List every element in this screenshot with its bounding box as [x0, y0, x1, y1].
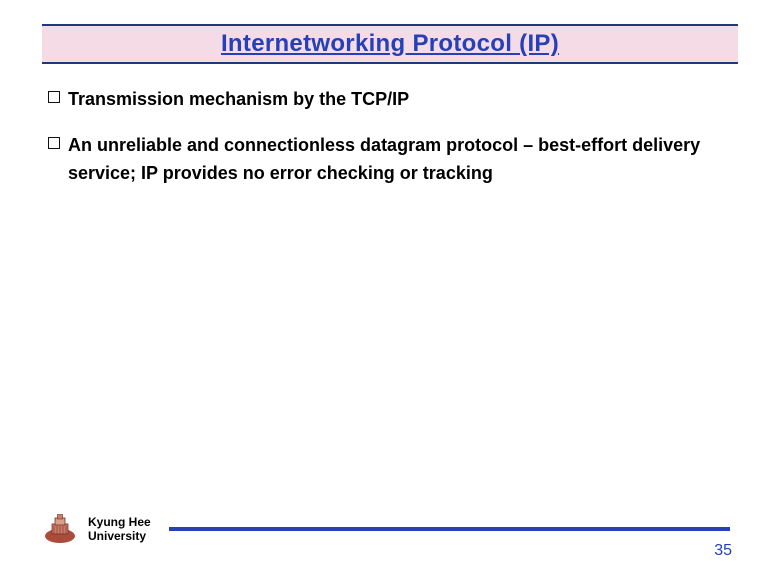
- square-bullet-icon: [48, 91, 60, 103]
- bullet-item: An unreliable and connectionless datagra…: [48, 132, 732, 188]
- slide-title-bar: Internetworking Protocol (IP): [42, 24, 738, 64]
- bullet-item: Transmission mechanism by the TCP/IP: [48, 86, 732, 114]
- slide-title: Internetworking Protocol (IP): [221, 30, 559, 57]
- footer-divider: [169, 527, 730, 531]
- footer-institution-line2: University: [88, 529, 151, 543]
- bullet-text: An unreliable and connectionless datagra…: [68, 132, 732, 188]
- page-number: 35: [714, 542, 732, 560]
- footer-institution: Kyung Hee University: [88, 515, 151, 544]
- slide-content: Transmission mechanism by the TCP/IP An …: [48, 86, 732, 188]
- bullet-text: Transmission mechanism by the TCP/IP: [68, 86, 409, 114]
- square-bullet-icon: [48, 137, 60, 149]
- footer-institution-line1: Kyung Hee: [88, 515, 151, 529]
